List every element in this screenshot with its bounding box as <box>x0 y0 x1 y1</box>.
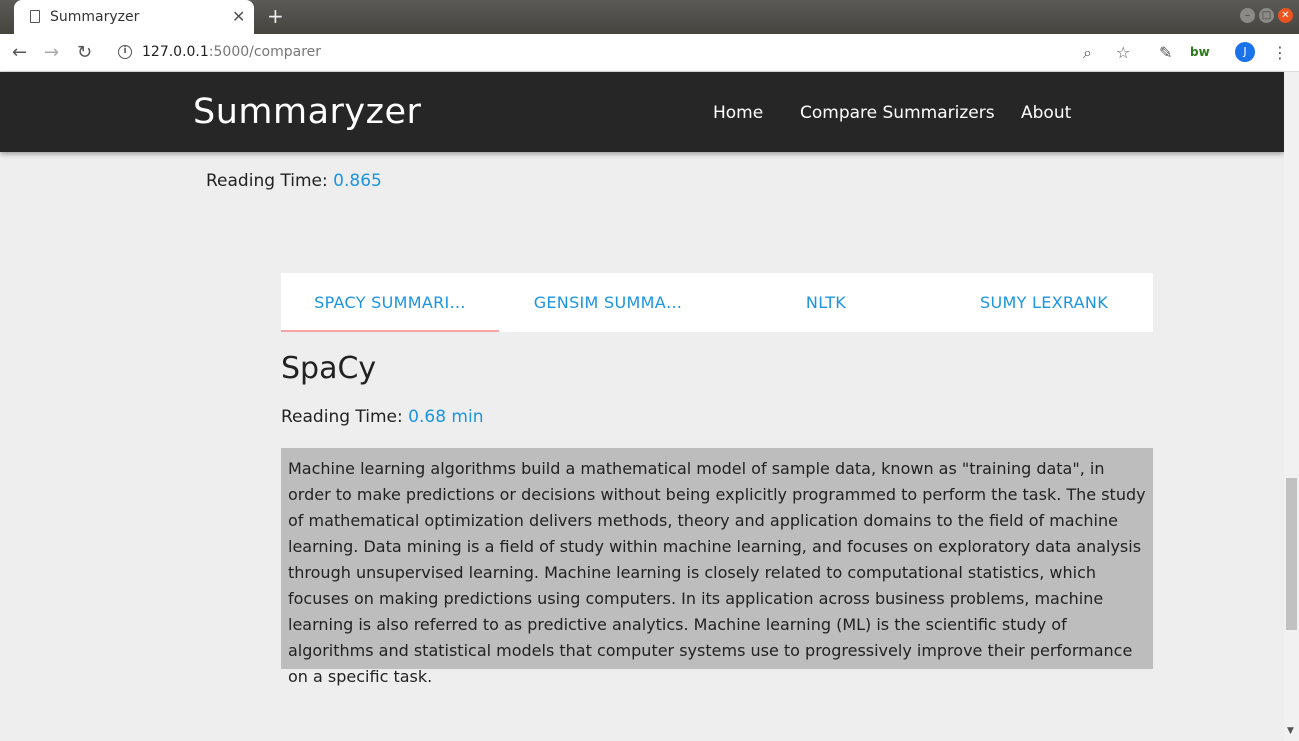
reading-time-label: Reading Time: <box>206 171 328 191</box>
new-tab-button[interactable]: + <box>267 4 284 28</box>
extension-pen-icon[interactable]: ✎ <box>1159 43 1172 62</box>
reading-time-value: 0.865 <box>333 171 382 191</box>
nav-compare-link[interactable]: Compare Summarizers <box>800 103 995 123</box>
url-path: :5000/comparer <box>208 44 322 60</box>
summarizer-tabs: SPACY SUMMARI… GENSIM SUMMA… NLTK SUMY L… <box>281 273 1153 332</box>
minimize-icon[interactable]: – <box>1240 8 1255 23</box>
summary-reading-time: Reading Time: 0.68 min <box>281 407 483 427</box>
window-close-icon[interactable]: ✕ <box>1278 8 1293 23</box>
window-controls: – □ ✕ <box>1240 8 1293 23</box>
menu-kebab-icon[interactable]: ⋮ <box>1272 43 1288 62</box>
browser-toolbar: ← → ↻ i 127.0.0.1:5000/comparer ⌕ ☆ ✎ bw… <box>0 34 1299 72</box>
nav-about-link[interactable]: About <box>1021 103 1071 123</box>
page-scrollbar[interactable] <box>1284 72 1299 741</box>
scroll-down-arrow-icon[interactable]: ▼ <box>1287 726 1294 736</box>
site-navbar: Summaryzer Home Compare Summarizers Abou… <box>0 72 1284 152</box>
nav-home-link[interactable]: Home <box>713 103 763 123</box>
original-reading-time: Reading Time: 0.865 <box>206 171 382 191</box>
extension-bw-icon[interactable]: bw <box>1190 45 1210 59</box>
scrollbar-thumb[interactable] <box>1286 478 1297 630</box>
summarizer-heading: SpaCy <box>281 351 377 386</box>
profile-avatar[interactable]: J <box>1235 42 1255 62</box>
reload-icon[interactable]: ↻ <box>77 42 92 63</box>
reading-time-label: Reading Time: <box>281 407 403 427</box>
browser-tabstrip: Summaryzer ✕ + – □ ✕ <box>0 0 1299 34</box>
zoom-icon[interactable]: ⌕ <box>1083 43 1092 63</box>
close-tab-icon[interactable]: ✕ <box>232 7 245 26</box>
browser-tab-title: Summaryzer <box>50 9 140 25</box>
maximize-icon[interactable]: □ <box>1259 8 1274 23</box>
tab-sumy-lexrank[interactable]: SUMY LEXRANK <box>935 273 1153 332</box>
summary-text: Machine learning algorithms build a math… <box>281 448 1153 686</box>
address-bar[interactable]: 127.0.0.1:5000/comparer <box>142 44 321 60</box>
site-brand[interactable]: Summaryzer <box>193 92 421 132</box>
active-tab-indicator <box>281 330 499 332</box>
tab-spacy[interactable]: SPACY SUMMARI… <box>281 273 499 332</box>
info-icon[interactable]: i <box>118 45 132 59</box>
tab-nltk[interactable]: NLTK <box>717 273 935 332</box>
back-arrow-icon[interactable]: ← <box>12 42 27 63</box>
url-host: 127.0.0.1 <box>142 44 209 60</box>
bookmark-star-icon[interactable]: ☆ <box>1116 43 1130 62</box>
browser-tab[interactable]: Summaryzer ✕ <box>14 0 254 34</box>
forward-arrow-icon[interactable]: → <box>44 42 59 63</box>
tab-gensim[interactable]: GENSIM SUMMA… <box>499 273 717 332</box>
reading-time-value: 0.68 min <box>408 407 484 427</box>
document-icon <box>30 10 40 23</box>
